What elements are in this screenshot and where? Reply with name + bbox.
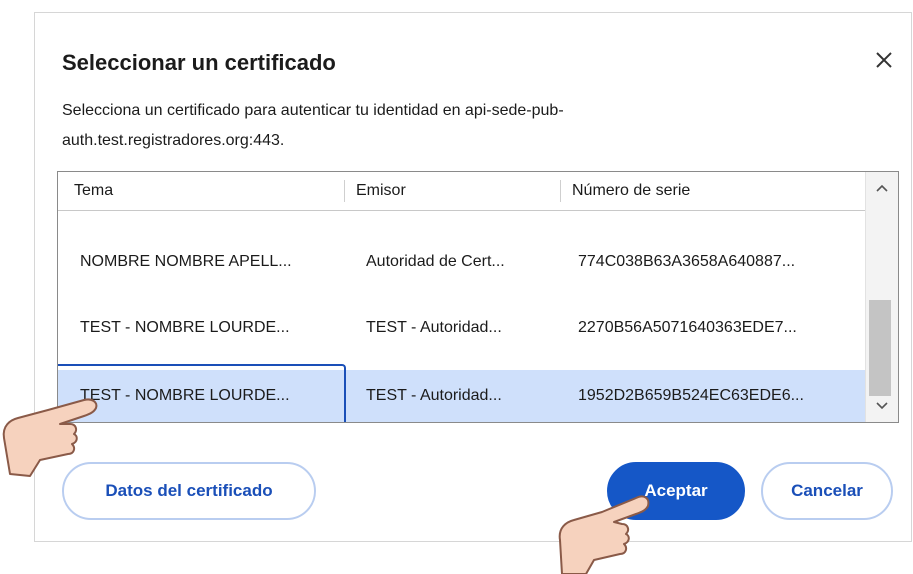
chevron-up-icon[interactable] [876, 184, 888, 192]
cell-serie: 2270B56A5071640363EDE7... [578, 319, 797, 336]
scroll-down-button[interactable] [874, 398, 890, 414]
column-header-tema[interactable]: Tema [74, 182, 113, 200]
table-row[interactable]: TEST - NOMBRE LOURDE... TEST - Autoridad… [58, 302, 866, 356]
certificate-dialog: Seleccionar un certificado Selecciona un… [34, 12, 912, 542]
table-header: Tema Emisor Número de serie [58, 172, 866, 211]
table-scrollbar[interactable] [865, 172, 898, 422]
column-header-emisor[interactable]: Emisor [356, 182, 406, 200]
column-divider[interactable] [560, 180, 561, 202]
hand-pointer-icon [558, 495, 650, 574]
close-icon[interactable] [875, 51, 893, 69]
chevron-down-icon[interactable] [876, 402, 888, 410]
cell-emisor: Autoridad de Cert... [366, 253, 505, 270]
scroll-thumb[interactable] [869, 300, 891, 396]
column-header-serie[interactable]: Número de serie [572, 182, 690, 200]
cell-emisor: TEST - Autoridad... [366, 319, 502, 336]
cell-tema: NOMBRE NOMBRE APELL... [80, 253, 292, 270]
close-button[interactable] [869, 45, 899, 75]
cell-serie: 774C038B63A3658A640887... [578, 253, 796, 270]
table-row-selected[interactable]: TEST - NOMBRE LOURDE... TEST - Autoridad… [58, 364, 866, 422]
scroll-up-button[interactable] [874, 180, 890, 196]
certificate-table: Tema Emisor Número de serie NOMBRE NOMBR… [57, 171, 899, 423]
dialog-title: Seleccionar un certificado [62, 50, 336, 75]
cancel-button[interactable]: Cancelar [761, 462, 893, 520]
cell-serie: 1952D2B659B524EC63EDE6... [578, 387, 804, 404]
cell-tema: TEST - NOMBRE LOURDE... [80, 319, 290, 336]
cell-tema: TEST - NOMBRE LOURDE... [80, 387, 290, 404]
table-row[interactable]: NOMBRE NOMBRE APELL... Autoridad de Cert… [58, 236, 866, 290]
hand-pointer-icon [2, 398, 98, 477]
column-divider[interactable] [344, 180, 345, 202]
dialog-description: Selecciona un certificado para autentica… [62, 102, 564, 149]
cell-emisor: TEST - Autoridad... [366, 387, 502, 404]
